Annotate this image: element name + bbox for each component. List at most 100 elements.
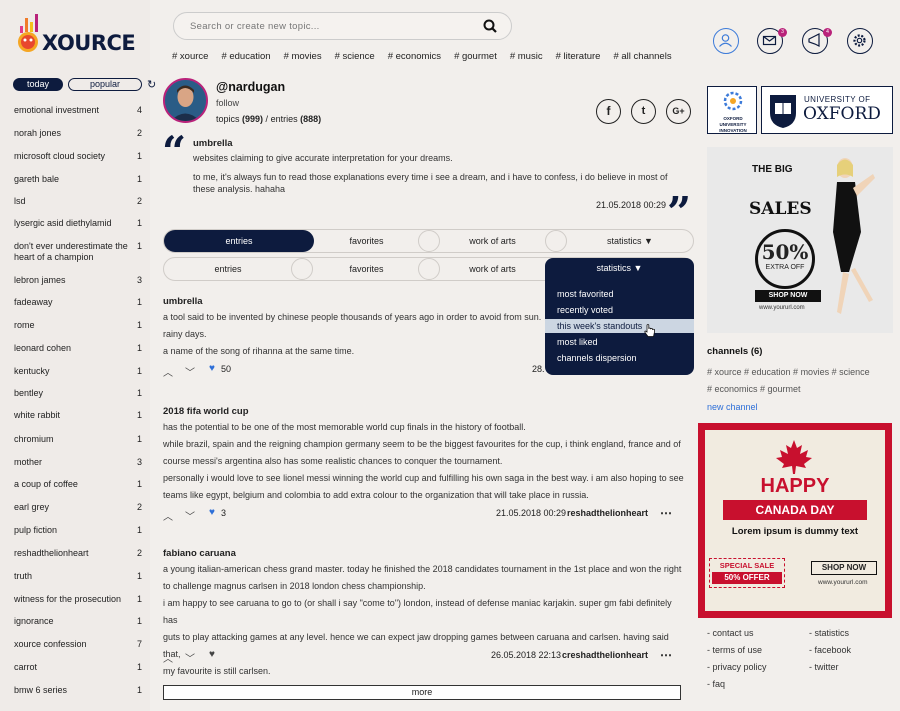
hashtag-science[interactable]: # science: [335, 51, 375, 62]
trending-count: 1: [136, 685, 142, 695]
sidebar-trending-item[interactable]: bentley 1: [14, 388, 142, 398]
facebook-icon[interactable]: f: [596, 99, 621, 124]
search-icon[interactable]: [483, 19, 497, 33]
sidebar-trending-item[interactable]: xource confession 7: [14, 639, 142, 649]
more-button[interactable]: more: [163, 685, 681, 700]
footer-faq[interactable]: - faq: [707, 679, 725, 689]
tab-entries[interactable]: entries: [164, 230, 314, 252]
downvote-icon[interactable]: ﹀: [185, 364, 195, 379]
statistics-dropdown: statistics ▼ most favorited recently vot…: [545, 258, 694, 375]
channel-tags-row-1[interactable]: # xource # education # movies # science: [707, 367, 870, 377]
trending-label: norah jones: [14, 128, 62, 138]
tab-work-of-arts-alt[interactable]: work of arts: [440, 258, 545, 280]
footer-facebook[interactable]: - facebook: [809, 645, 851, 655]
canada-day-ad[interactable]: HAPPY CANADA DAY Lorem ipsum is dummy te…: [698, 423, 892, 618]
sidebar-trending-item[interactable]: carrot 1: [14, 662, 142, 672]
entry-author[interactable]: creshadthelionheart: [562, 650, 648, 660]
google-plus-icon[interactable]: G+: [666, 99, 691, 124]
follow-link[interactable]: follow: [216, 98, 239, 108]
footer-terms[interactable]: - terms of use: [707, 645, 762, 655]
tab-today[interactable]: today: [13, 78, 63, 91]
more-options-icon[interactable]: ⋯: [660, 648, 672, 662]
new-channel-link[interactable]: new channel: [707, 402, 758, 412]
like-heart-icon[interactable]: ♥: [209, 507, 215, 518]
tab-favorites[interactable]: favorites: [314, 230, 419, 252]
entry-author[interactable]: reshadthelionheart: [567, 508, 648, 518]
sidebar-trending-item[interactable]: ignorance 1: [14, 616, 142, 626]
sidebar-trending-item[interactable]: rome 1: [14, 320, 142, 330]
sidebar-trending-item[interactable]: lebron james 3: [14, 275, 142, 285]
footer-privacy[interactable]: - privacy policy: [707, 662, 767, 672]
sidebar-trending-item[interactable]: don't ever underestimate the heart of a …: [14, 241, 142, 263]
upvote-icon[interactable]: ︿: [163, 364, 173, 379]
sidebar-trending-item[interactable]: earl grey 2: [14, 502, 142, 512]
channel-tags-row-2[interactable]: # economics # gourmet: [707, 384, 801, 394]
twitter-icon[interactable]: t: [631, 99, 656, 124]
more-options-icon[interactable]: ⋯: [660, 506, 672, 520]
like-heart-icon[interactable]: ♥: [209, 649, 215, 660]
entry-title[interactable]: umbrella: [163, 296, 203, 307]
menu-item-channels-dispersion[interactable]: channels dispersion: [557, 353, 637, 363]
downvote-icon[interactable]: ﹀: [185, 650, 195, 665]
quote-title[interactable]: umbrella: [193, 138, 233, 149]
search-input[interactable]: Search or create new topic...: [190, 21, 320, 32]
hashtag-education[interactable]: # education: [221, 51, 270, 62]
trending-label: leonard cohen: [14, 343, 72, 353]
menu-item-most-liked[interactable]: most liked: [557, 337, 598, 347]
sidebar-trending-item[interactable]: bmw 6 series 1: [14, 685, 142, 695]
hashtag-economics[interactable]: # economics: [388, 51, 441, 62]
sidebar-trending-item[interactable]: norah jones 2: [14, 128, 142, 138]
big-sales-ad[interactable]: THE BIG SALES 50% EXTRA OFF SHOP NOW www…: [707, 147, 893, 333]
sidebar-trending-item[interactable]: pulp fiction 1: [14, 525, 142, 535]
hashtag-xource[interactable]: # xource: [172, 51, 208, 62]
sidebar-trending-item[interactable]: white rabbit 1: [14, 410, 142, 420]
footer-statistics[interactable]: - statistics: [809, 628, 849, 638]
sidebar-trending-item[interactable]: lsd 2: [14, 196, 142, 206]
sidebar-trending-item[interactable]: truth 1: [14, 571, 142, 581]
footer-twitter[interactable]: - twitter: [809, 662, 839, 672]
sidebar-trending-item[interactable]: emotional investment 4: [14, 105, 142, 115]
entry-title[interactable]: fabiano caruana: [163, 548, 236, 559]
tab-popular[interactable]: popular: [68, 78, 142, 91]
brand-logo[interactable]: XOURCE: [14, 14, 149, 60]
oxford-university-ad[interactable]: UNIVERSITY OF OXFORD: [761, 86, 893, 134]
sidebar-trending-item[interactable]: a coup of coffee 1: [14, 479, 142, 489]
hashtag-movies[interactable]: # movies: [284, 51, 322, 62]
entry-title[interactable]: 2018 fifa world cup: [163, 406, 249, 417]
sidebar-trending-item[interactable]: witness for the prosecution 1: [14, 594, 142, 604]
footer-contact-us[interactable]: - contact us: [707, 628, 754, 638]
menu-item-recently-voted[interactable]: recently voted: [557, 305, 613, 315]
refresh-icon[interactable]: ↻: [147, 78, 156, 91]
avatar[interactable]: [163, 78, 208, 123]
sidebar-trending-item[interactable]: leonard cohen 1: [14, 343, 142, 353]
oxford-innovation-ad[interactable]: OXFORD UNIVERSITY INNOVATION: [707, 86, 757, 134]
sidebar-trending-item[interactable]: fadeaway 1: [14, 297, 142, 307]
tab-statistics[interactable]: statistics ▼: [567, 230, 693, 252]
like-heart-icon[interactable]: ♥: [209, 363, 215, 374]
hashtag-all-channels[interactable]: # all channels: [613, 51, 671, 62]
tab-work-of-arts[interactable]: work of arts: [440, 230, 545, 252]
settings-gear-icon[interactable]: [847, 28, 873, 54]
hashtag-music[interactable]: # music: [510, 51, 543, 62]
menu-item-weeks-standouts[interactable]: this week's standouts: [557, 321, 642, 331]
tab-entries-alt[interactable]: entries: [164, 258, 292, 280]
sidebar-trending-item[interactable]: gareth bale 1: [14, 174, 142, 184]
upvote-icon[interactable]: ︿: [163, 650, 173, 665]
search-bar[interactable]: Search or create new topic...: [173, 12, 512, 40]
sidebar-trending-item[interactable]: chromium 1: [14, 434, 142, 444]
trending-count: 1: [136, 594, 142, 604]
canada-happy: HAPPY: [760, 475, 830, 497]
sidebar-trending-item[interactable]: mother 3: [14, 457, 142, 467]
sidebar-trending-item[interactable]: reshadthelionheart 2: [14, 548, 142, 558]
sidebar-trending-item[interactable]: lysergic asid diethylamid 1: [14, 218, 142, 228]
sidebar-trending-item[interactable]: kentucky 1: [14, 366, 142, 376]
hashtag-gourmet[interactable]: # gourmet: [454, 51, 497, 62]
downvote-icon[interactable]: ﹀: [185, 508, 195, 523]
tab-favorites-alt[interactable]: favorites: [314, 258, 419, 280]
sidebar-trending-item[interactable]: microsoft cloud society 1: [14, 151, 142, 161]
menu-item-most-favorited[interactable]: most favorited: [557, 289, 614, 299]
user-icon[interactable]: [713, 28, 739, 54]
hashtag-literature[interactable]: # literature: [556, 51, 601, 62]
dropdown-header[interactable]: statistics ▼: [545, 263, 694, 273]
upvote-icon[interactable]: ︿: [163, 508, 173, 523]
